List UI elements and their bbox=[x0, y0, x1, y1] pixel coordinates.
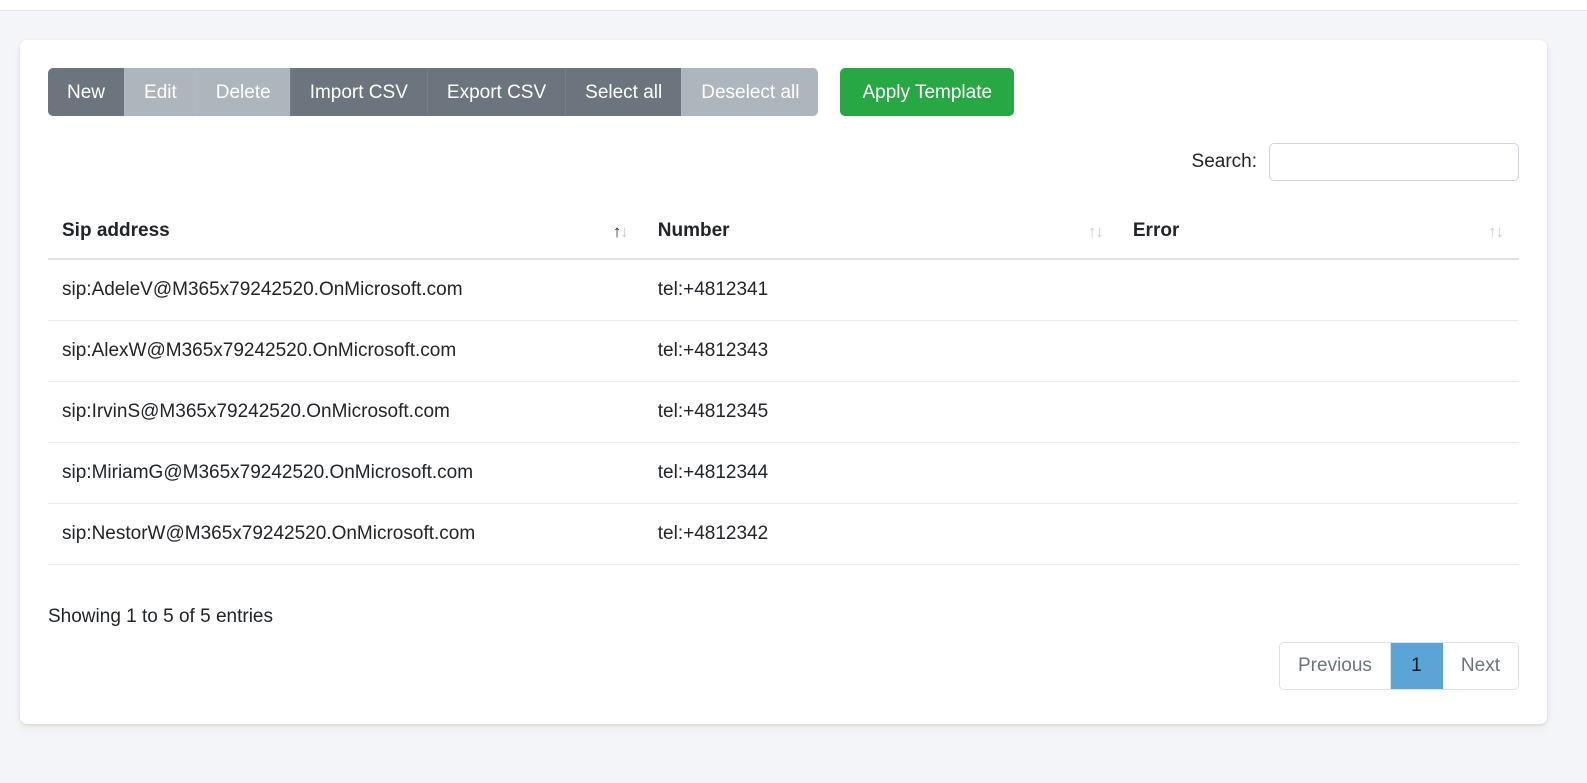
action-button-group: New Edit Delete Import CSV Export CSV Se… bbox=[48, 68, 818, 116]
cell-error bbox=[1119, 259, 1519, 321]
cell-number: tel:+4812345 bbox=[644, 382, 1119, 443]
cell-number: tel:+4812341 bbox=[644, 259, 1119, 321]
cell-number: tel:+4812344 bbox=[644, 443, 1119, 504]
viewport-top-strip bbox=[0, 0, 1587, 11]
pagination-page-1-button[interactable]: 1 bbox=[1391, 643, 1443, 689]
sort-arrows-icon: ↑↓ bbox=[1088, 222, 1103, 242]
column-header-error[interactable]: Error ↑↓ bbox=[1119, 206, 1519, 259]
sort-ascending-icon: ↑ bbox=[1488, 222, 1496, 242]
table-row[interactable]: sip:AdeleV@M365x79242520.OnMicrosoft.com… bbox=[48, 259, 1519, 321]
page-background: New Edit Delete Import CSV Export CSV Se… bbox=[0, 12, 1587, 783]
cell-number: tel:+4812342 bbox=[644, 504, 1119, 565]
search-container: Search: bbox=[1192, 143, 1519, 181]
cell-sip-address: sip:IrvinS@M365x79242520.OnMicrosoft.com bbox=[48, 382, 644, 443]
table-row[interactable]: sip:AlexW@M365x79242520.OnMicrosoft.com … bbox=[48, 321, 1519, 382]
new-button[interactable]: New bbox=[48, 68, 124, 116]
cell-sip-address: sip:NestorW@M365x79242520.OnMicrosoft.co… bbox=[48, 504, 644, 565]
table-head: Sip address ↑↓ Number ↑↓ bbox=[48, 206, 1519, 259]
sort-descending-icon: ↓ bbox=[1496, 222, 1504, 242]
edit-button[interactable]: Edit bbox=[124, 68, 196, 116]
cell-sip-address: sip:AdeleV@M365x79242520.OnMicrosoft.com bbox=[48, 259, 644, 321]
pagination-previous-button[interactable]: Previous bbox=[1280, 643, 1391, 689]
delete-button[interactable]: Delete bbox=[196, 68, 290, 116]
pagination: Previous 1 Next bbox=[1279, 642, 1519, 690]
column-header-sip-address[interactable]: Sip address ↑↓ bbox=[48, 206, 644, 259]
search-input[interactable] bbox=[1269, 143, 1519, 181]
table-row[interactable]: sip:MiriamG@M365x79242520.OnMicrosoft.co… bbox=[48, 443, 1519, 504]
data-table-card: New Edit Delete Import CSV Export CSV Se… bbox=[20, 40, 1547, 724]
cell-sip-address: sip:MiriamG@M365x79242520.OnMicrosoft.co… bbox=[48, 443, 644, 504]
table-header-row: Sip address ↑↓ Number ↑↓ bbox=[48, 206, 1519, 259]
sort-arrows-icon: ↑↓ bbox=[613, 222, 628, 242]
sip-address-table: Sip address ↑↓ Number ↑↓ bbox=[48, 206, 1519, 565]
column-header-number[interactable]: Number ↑↓ bbox=[644, 206, 1119, 259]
column-header-number-label: Number bbox=[658, 220, 730, 241]
column-header-error-label: Error bbox=[1133, 220, 1179, 241]
table-row[interactable]: sip:NestorW@M365x79242520.OnMicrosoft.co… bbox=[48, 504, 1519, 565]
select-all-button[interactable]: Select all bbox=[565, 68, 681, 116]
column-header-sip-address-label: Sip address bbox=[62, 220, 170, 241]
cell-error bbox=[1119, 382, 1519, 443]
import-csv-button[interactable]: Import CSV bbox=[290, 68, 427, 116]
toolbar: New Edit Delete Import CSV Export CSV Se… bbox=[48, 68, 1519, 116]
sort-arrows-icon: ↑↓ bbox=[1488, 222, 1503, 242]
export-csv-button[interactable]: Export CSV bbox=[427, 68, 565, 116]
table-row[interactable]: sip:IrvinS@M365x79242520.OnMicrosoft.com… bbox=[48, 382, 1519, 443]
cell-error bbox=[1119, 504, 1519, 565]
sort-ascending-icon: ↑ bbox=[1088, 222, 1096, 242]
search-label: Search: bbox=[1192, 151, 1257, 173]
table-container: Sip address ↑↓ Number ↑↓ bbox=[48, 206, 1519, 565]
deselect-all-button[interactable]: Deselect all bbox=[681, 68, 818, 116]
cell-error bbox=[1119, 443, 1519, 504]
pagination-next-button[interactable]: Next bbox=[1443, 643, 1518, 689]
entries-info: Showing 1 to 5 of 5 entries bbox=[48, 606, 273, 628]
table-footer: Showing 1 to 5 of 5 entries Previous 1 N… bbox=[48, 600, 1519, 710]
apply-template-button[interactable]: Apply Template bbox=[840, 68, 1014, 116]
sort-descending-icon: ↓ bbox=[620, 222, 628, 242]
cell-sip-address: sip:AlexW@M365x79242520.OnMicrosoft.com bbox=[48, 321, 644, 382]
card-body: New Edit Delete Import CSV Export CSV Se… bbox=[20, 40, 1547, 724]
table-body: sip:AdeleV@M365x79242520.OnMicrosoft.com… bbox=[48, 259, 1519, 565]
cell-error bbox=[1119, 321, 1519, 382]
sort-ascending-icon: ↑ bbox=[613, 222, 621, 242]
sort-descending-icon: ↓ bbox=[1095, 222, 1103, 242]
cell-number: tel:+4812343 bbox=[644, 321, 1119, 382]
